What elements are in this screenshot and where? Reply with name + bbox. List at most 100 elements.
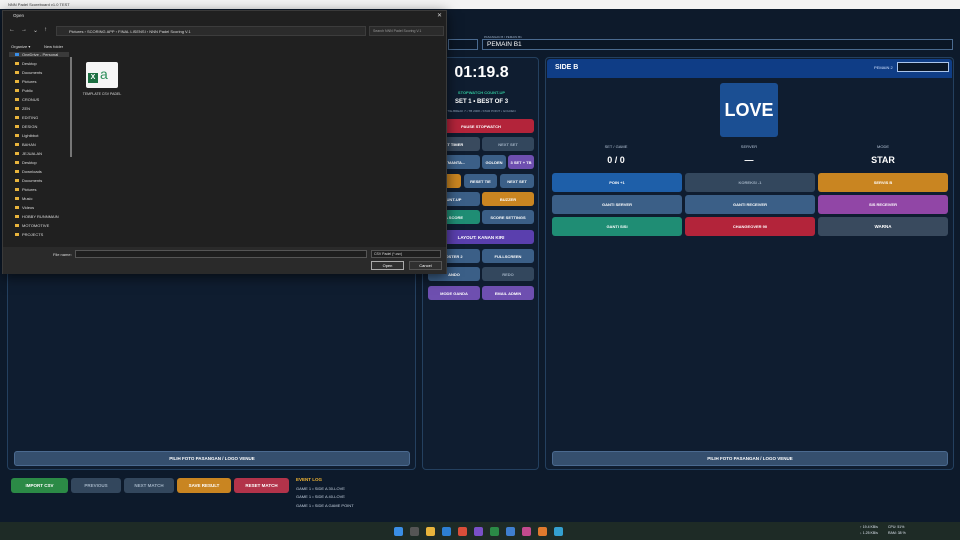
folder-icon — [15, 197, 19, 201]
network-speed: ↑ 19.4 KB/s ↓ 1.25 KB/s — [860, 525, 878, 535]
mode-label: MODE — [877, 144, 889, 149]
change-receiver-button[interactable]: GANTI RECEIVER — [685, 195, 815, 214]
file-item[interactable]: aX TEMPLATE CSV PADEL — [82, 62, 122, 97]
folder-icon — [15, 224, 19, 228]
folder-icon — [15, 170, 19, 174]
nav-item[interactable]: Music — [15, 196, 32, 201]
close-icon[interactable]: ✕ — [437, 12, 442, 19]
nav-item[interactable]: Pictures — [15, 187, 36, 192]
chrome-icon[interactable] — [458, 527, 467, 536]
nav-item[interactable]: BAHAN — [15, 142, 36, 147]
three-set-tb-button[interactable]: 3 SET + TB — [508, 155, 534, 169]
nav-item[interactable]: Public — [15, 88, 33, 93]
sis-receiver-button[interactable]: SIS RECEIVER — [818, 195, 948, 214]
app-icon[interactable] — [522, 527, 531, 536]
folder-icon — [15, 98, 19, 102]
chevron-down-icon[interactable]: ⌄ — [33, 27, 38, 34]
app-icon[interactable] — [506, 527, 515, 536]
mode-ganda-button[interactable]: MODE GANDA — [428, 286, 480, 300]
email-admin-button[interactable]: EMAIL ADMIN — [482, 286, 534, 300]
nav-item-label: Desktop — [22, 61, 37, 66]
open-button[interactable]: Open — [371, 261, 404, 270]
scrollbar[interactable] — [70, 57, 72, 157]
search-icon[interactable] — [410, 527, 419, 536]
change-side-button[interactable]: GANTI SISI — [552, 217, 682, 236]
side-b-header: SIDE B PEMAIN 2 — [547, 59, 952, 78]
change-server-button[interactable]: GANTI SERVER — [552, 195, 682, 214]
point-plus-button[interactable]: POIN +1 — [552, 173, 682, 192]
organize-button[interactable]: Organize ▾ — [11, 44, 30, 49]
nav-item[interactable]: Documents — [15, 70, 42, 75]
color-button[interactable]: WARNA — [818, 217, 948, 236]
back-icon[interactable]: ← — [9, 27, 15, 33]
nav-item[interactable]: HOBBY RUNNMAIN — [15, 214, 59, 219]
buzzer-button[interactable]: BUZZER — [482, 192, 534, 206]
side-a-photo-button[interactable]: PILIH FOTO PASANGAN / LOGO VENUE — [14, 451, 410, 466]
folder-icon — [15, 233, 19, 237]
file-name-input[interactable] — [75, 250, 367, 258]
start-icon[interactable] — [394, 527, 403, 536]
next-set-small-button[interactable]: NEXT SET — [500, 174, 534, 188]
nav-item[interactable]: Pictures — [15, 79, 36, 84]
side-b-panel: SIDE B PEMAIN 2 LOVE SET / GAME 0 / 0 SE… — [545, 57, 954, 470]
reset-tie-button[interactable]: RESET TIE — [464, 174, 497, 188]
nav-item[interactable]: DESIGN — [15, 124, 37, 129]
mode-value: STAR — [871, 155, 895, 165]
nav-item-label: OneDrive - Personal — [22, 52, 59, 57]
nav-item[interactable]: ZEN — [15, 106, 30, 111]
folder-icon — [15, 71, 19, 75]
app-icon[interactable] — [474, 527, 483, 536]
app-icon[interactable] — [554, 527, 563, 536]
nav-item[interactable]: EDITING — [15, 115, 38, 120]
app-title: NNN Padel Scoreboard v1.0 TEST — [0, 0, 960, 9]
app-icon[interactable] — [538, 527, 547, 536]
save-result-button[interactable]: SAVE RESULT — [177, 478, 231, 493]
correction-button[interactable]: KOREKSI -1 — [685, 173, 815, 192]
nav-item[interactable]: Lightbbot — [15, 133, 38, 138]
player-a-input[interactable] — [448, 39, 478, 50]
nav-item[interactable]: CRONUS — [15, 97, 39, 102]
nav-item[interactable]: MOTOMOTIVE — [15, 223, 49, 228]
fullscreen-button[interactable]: FULLSCREEN — [482, 249, 534, 263]
open-file-dialog: Open ✕ ← → ⌄ ↑ Pictures › SCORING APP › … — [2, 10, 447, 274]
serve-b-button[interactable]: SERVIS B — [818, 173, 948, 192]
nav-item[interactable]: Desktop — [15, 61, 37, 66]
cancel-button[interactable]: Cancel — [409, 261, 442, 270]
edge-icon[interactable] — [442, 527, 451, 536]
new-folder-button[interactable]: New folder — [44, 44, 63, 49]
nav-item-label: Documents — [22, 70, 43, 75]
folder-icon — [15, 188, 19, 192]
import-csv-button[interactable]: IMPORT CSV — [11, 478, 68, 493]
excel-icon[interactable] — [490, 527, 499, 536]
golden-button[interactable]: GOLDEN — [482, 155, 506, 169]
nav-item[interactable]: PROJECTS — [15, 232, 43, 237]
folder-icon[interactable] — [426, 527, 435, 536]
redo-button[interactable]: REDO — [482, 267, 534, 281]
nav-item[interactable]: Downloads — [15, 169, 42, 174]
score-settings-button[interactable]: SCORE SETTINGS — [482, 210, 534, 224]
next-match-button[interactable]: NEXT MATCH — [124, 478, 174, 493]
player-b1-input[interactable]: PEMAIN B1 — [482, 39, 953, 50]
folder-icon — [15, 125, 19, 129]
search-input[interactable]: Search NNN Padel Scoring V.1 — [369, 26, 444, 36]
nav-item[interactable]: Desktop — [15, 160, 37, 165]
dialog-title: Open — [13, 13, 25, 18]
address-bar[interactable]: Pictures › SCORING APP › FINAL LISENSI ›… — [56, 26, 366, 36]
nav-item-label: EDITING — [22, 115, 39, 120]
changeover-button[interactable]: CHANGEOVER 90 — [685, 217, 815, 236]
nav-item[interactable]: OneDrive - Personal — [9, 52, 69, 57]
file-type-select[interactable]: CSV Padel (*.csv) — [371, 250, 441, 258]
forward-icon[interactable]: → — [21, 27, 27, 33]
nav-item[interactable]: JEJUALAN — [15, 151, 42, 156]
player2-input[interactable] — [897, 62, 949, 72]
reset-match-button[interactable]: RESET MATCH — [234, 478, 289, 493]
folder-icon — [15, 152, 19, 156]
nav-item-label: MOTOMOTIVE — [22, 223, 50, 228]
up-icon[interactable]: ↑ — [44, 27, 47, 33]
side-b-photo-button[interactable]: PILIH FOTO PASANGAN / LOGO VENUE — [552, 451, 948, 466]
nav-item[interactable]: Videos — [15, 205, 34, 210]
set-game-value: 0 / 0 — [607, 155, 625, 165]
next-set-button[interactable]: NEXT SET — [482, 137, 534, 151]
nav-item[interactable]: Documents — [15, 178, 42, 183]
previous-button[interactable]: PREVIOUS — [71, 478, 121, 493]
